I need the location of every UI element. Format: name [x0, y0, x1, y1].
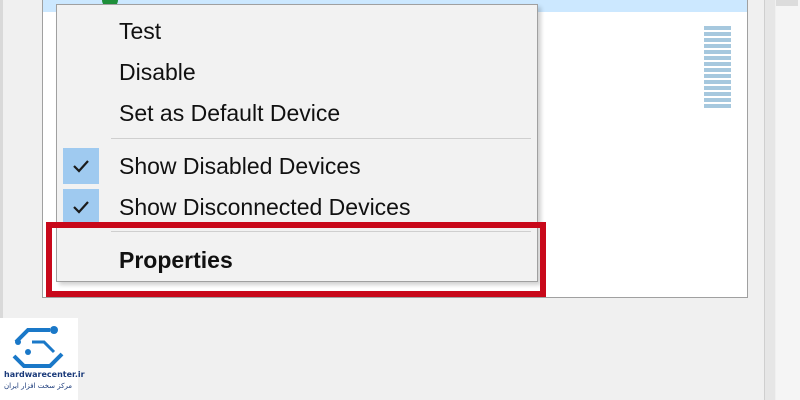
menu-item-test[interactable]: Test	[57, 11, 537, 51]
level-bar	[704, 104, 731, 108]
checkmark-icon	[63, 189, 99, 225]
circuit-logo-icon	[12, 326, 64, 368]
logo-tagline-text: مرکز سخت افزار ایران	[4, 382, 73, 390]
level-bar	[704, 38, 731, 42]
level-bar	[704, 26, 731, 30]
level-bar	[704, 98, 731, 102]
menu-item-label: Show Disconnected Devices	[119, 193, 411, 220]
level-bar	[704, 56, 731, 60]
vertical-scrollbar[interactable]	[764, 0, 775, 400]
window-edge-mark	[776, 0, 798, 6]
level-bar	[704, 68, 731, 72]
level-bar	[704, 86, 731, 90]
menu-item-show-disconnected[interactable]: Show Disconnected Devices	[57, 187, 537, 227]
menu-item-label: Set as Default Device	[119, 99, 341, 126]
volume-level-meter	[704, 26, 731, 112]
level-bar	[704, 74, 731, 78]
level-bar	[704, 80, 731, 84]
menu-separator	[111, 138, 531, 139]
level-bar	[704, 44, 731, 48]
menu-item-label: Test	[119, 17, 162, 44]
level-bar	[704, 92, 731, 96]
level-bar	[704, 62, 731, 66]
menu-item-show-disabled[interactable]: Show Disabled Devices	[57, 146, 537, 186]
menu-item-label: Disable	[119, 58, 196, 85]
level-bar	[704, 32, 731, 36]
logo-domain-text: hardwarecenter.ir	[4, 370, 85, 379]
hardwarecenter-logo: hardwarecenter.ir مرکز سخت افزار ایران	[0, 318, 85, 400]
menu-item-set-default[interactable]: Set as Default Device	[57, 93, 537, 133]
checkmark-icon	[63, 148, 99, 184]
properties-highlight-frame	[46, 222, 546, 297]
menu-item-label: Show Disabled Devices	[119, 152, 361, 179]
window-right-edge	[776, 0, 800, 400]
menu-item-disable[interactable]: Disable	[57, 52, 537, 92]
level-bar	[704, 50, 731, 54]
